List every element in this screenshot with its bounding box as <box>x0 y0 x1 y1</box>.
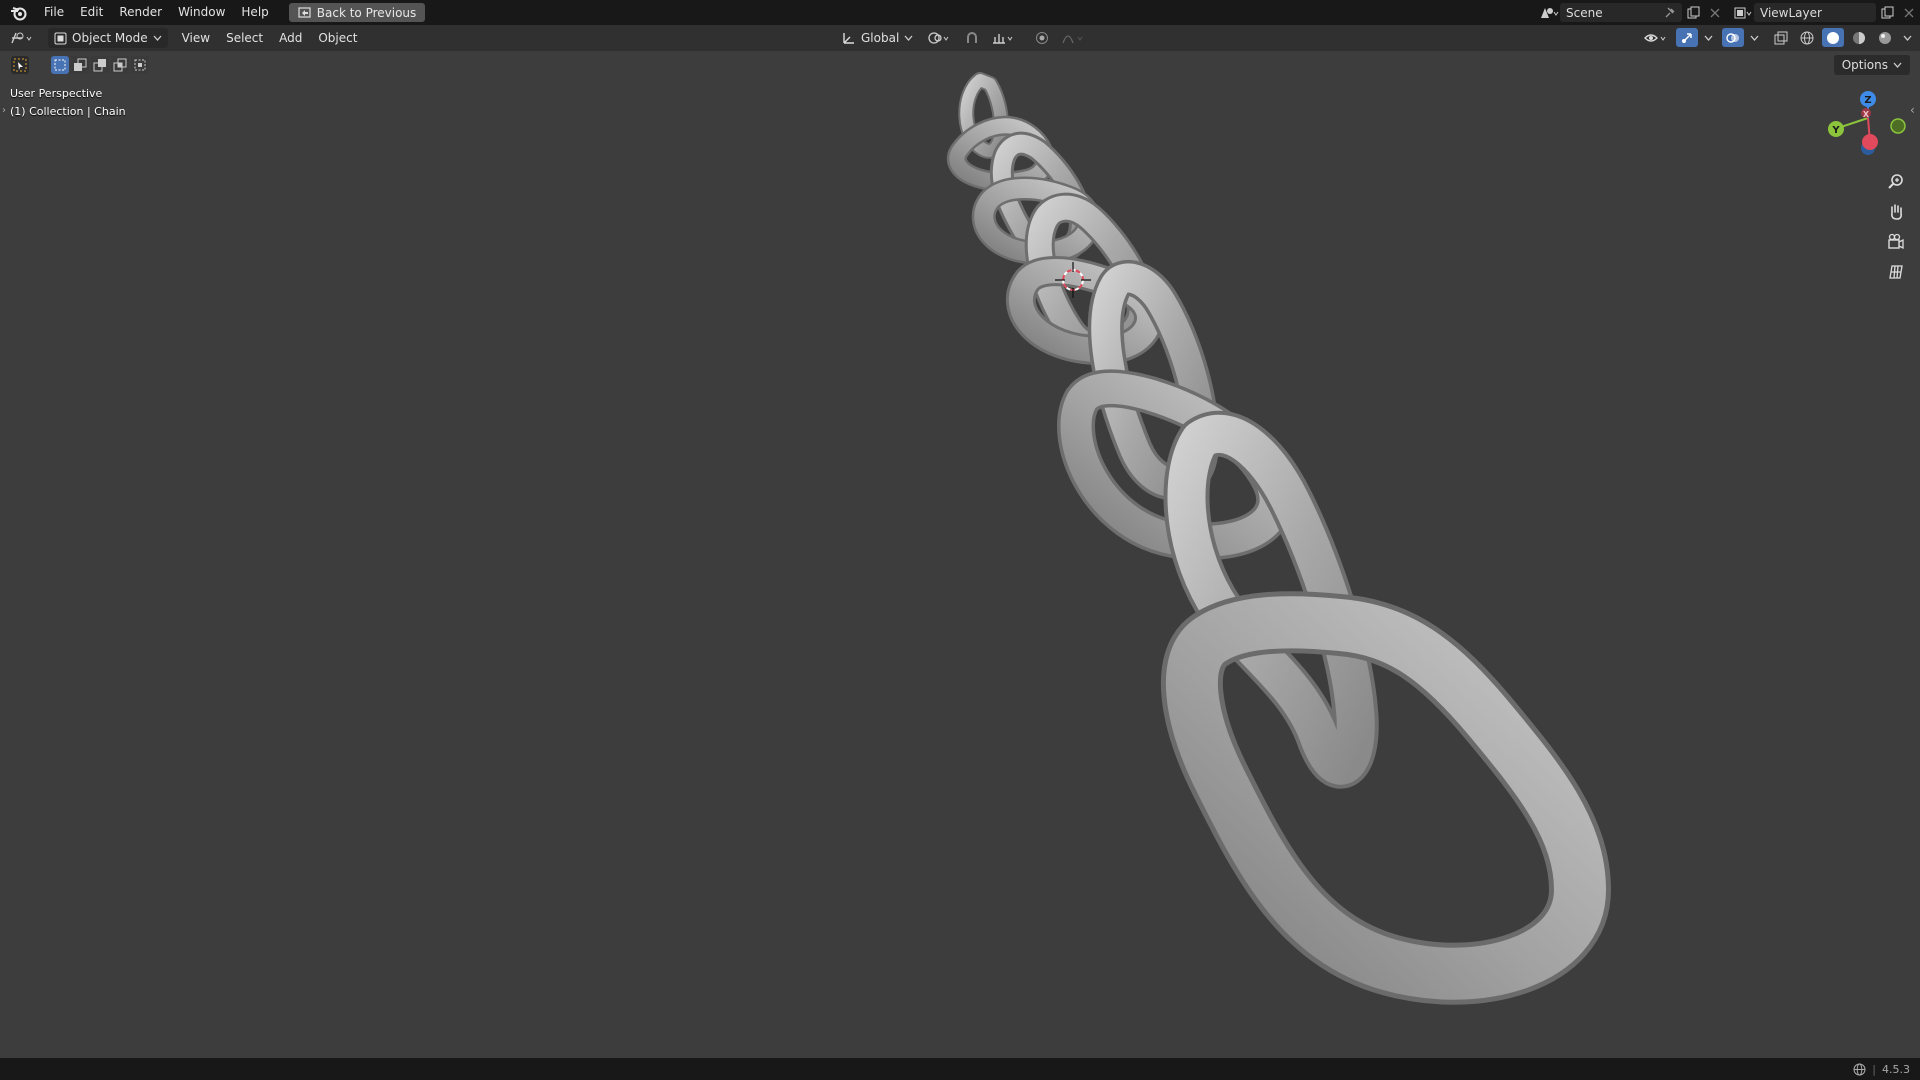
gizmo-x-icon[interactable] <box>1862 134 1878 150</box>
delete-scene-icon[interactable] <box>1704 3 1726 22</box>
viewlayer-name: ViewLayer <box>1760 5 1822 20</box>
chevron-down-icon <box>1893 62 1902 68</box>
delete-viewlayer-icon[interactable] <box>1898 3 1920 22</box>
pivot-point-icon[interactable] <box>925 29 955 48</box>
falloff-icon[interactable] <box>1059 29 1089 48</box>
transform-tools: Global <box>836 28 1089 48</box>
menu-select[interactable]: Select <box>218 25 271 51</box>
editor-type-icon[interactable] <box>6 29 40 48</box>
viewlayer-browse-icon[interactable] <box>1732 3 1754 22</box>
menu-render[interactable]: Render <box>111 0 170 25</box>
back-icon <box>298 7 311 18</box>
material-shading-icon[interactable] <box>1848 28 1870 47</box>
mode-label: Object Mode <box>72 31 148 45</box>
gizmo-z-label: Z <box>1864 95 1871 106</box>
gizmo-y-label: Y <box>1831 125 1840 136</box>
select-intersect-icon[interactable] <box>131 56 149 74</box>
orientation-icon <box>843 33 854 44</box>
back-button-label: Back to Previous <box>316 5 417 20</box>
viewport-display-tools <box>1642 28 1914 47</box>
menu-add[interactable]: Add <box>271 25 310 51</box>
network-globe-icon <box>1853 1063 1866 1075</box>
new-scene-icon[interactable] <box>1682 3 1704 22</box>
viewport-canvas[interactable] <box>0 51 1920 1058</box>
status-bar: | 4.5.3 <box>0 1058 1920 1080</box>
menu-help[interactable]: Help <box>233 0 276 25</box>
pan-hand-icon[interactable] <box>1882 198 1910 226</box>
overlays-toggle-icon[interactable] <box>1722 28 1744 47</box>
collection-label: (1) Collection | Chain <box>10 105 126 118</box>
menu-view[interactable]: View <box>174 25 218 51</box>
select-extend-icon[interactable] <box>71 56 89 74</box>
chain-mesh[interactable] <box>946 72 1611 1005</box>
wireframe-shading-icon[interactable] <box>1796 28 1818 47</box>
ortho-grid-icon[interactable] <box>1882 258 1910 286</box>
viewport-header: Object Mode View Select Add Object Globa… <box>0 25 1920 51</box>
select-invert-icon[interactable] <box>111 56 129 74</box>
shading-dropdown-icon[interactable] <box>1900 28 1914 47</box>
top-bar: File Edit Render Window Help Back to Pre… <box>0 0 1920 25</box>
options-dropdown[interactable]: Options <box>1833 55 1910 75</box>
version-info: | 4.5.3 <box>1853 1063 1910 1076</box>
viewlayer-field[interactable]: ViewLayer <box>1754 3 1876 22</box>
overlays-dropdown-icon[interactable] <box>1748 28 1760 47</box>
proportional-edit-icon[interactable] <box>1031 29 1053 48</box>
xray-toggle-icon[interactable] <box>1770 28 1792 47</box>
scene-name: Scene <box>1566 5 1603 20</box>
gizmo-x-label: X <box>1863 110 1870 119</box>
snap-target-icon[interactable] <box>989 29 1019 48</box>
solid-shading-icon[interactable] <box>1822 28 1844 47</box>
object-mode-dropdown[interactable]: Object Mode <box>48 28 168 48</box>
menu-object[interactable]: Object <box>310 25 365 51</box>
select-tools <box>11 54 149 76</box>
select-subtract-icon[interactable] <box>91 56 109 74</box>
zoom-icon[interactable] <box>1882 168 1910 196</box>
gizmo-dropdown-icon[interactable] <box>1702 28 1714 47</box>
view-name: User Perspective <box>10 87 103 100</box>
scene-browse-icon[interactable] <box>1538 3 1560 22</box>
object-mode-icon <box>54 32 67 44</box>
visibility-icon[interactable] <box>1642 28 1672 47</box>
gizmo-neg-y-icon[interactable] <box>1890 118 1906 134</box>
select-new-icon[interactable] <box>51 56 69 74</box>
scene-field[interactable]: Scene <box>1560 3 1682 22</box>
sidebar-toggle-icon[interactable]: ‹ <box>1910 103 1915 117</box>
orientation-dropdown[interactable]: Global <box>836 28 919 48</box>
collapse-arrow-icon[interactable]: › <box>2 105 6 116</box>
menu-file[interactable]: File <box>36 0 72 25</box>
menu-edit[interactable]: Edit <box>72 0 111 25</box>
camera-view-icon[interactable] <box>1882 228 1910 256</box>
select-box-tool-icon[interactable] <box>11 56 29 74</box>
navigation-gizmo[interactable]: Y Z X <box>1816 86 1906 166</box>
new-viewlayer-icon[interactable] <box>1876 3 1898 22</box>
blender-logo-icon[interactable] <box>8 4 30 22</box>
chevron-down-icon <box>904 35 913 41</box>
menu-window[interactable]: Window <box>170 0 233 25</box>
orientation-label: Global <box>861 31 900 45</box>
back-to-previous-button[interactable]: Back to Previous <box>288 3 426 22</box>
snap-toggle-icon[interactable] <box>961 29 983 48</box>
version-label: 4.5.3 <box>1882 1062 1910 1076</box>
options-label: Options <box>1841 58 1888 72</box>
pin-icon[interactable] <box>1665 7 1676 18</box>
gizmo-toggle-icon[interactable] <box>1676 28 1698 47</box>
rendered-shading-icon[interactable] <box>1874 28 1896 47</box>
chevron-down-icon <box>153 35 162 41</box>
